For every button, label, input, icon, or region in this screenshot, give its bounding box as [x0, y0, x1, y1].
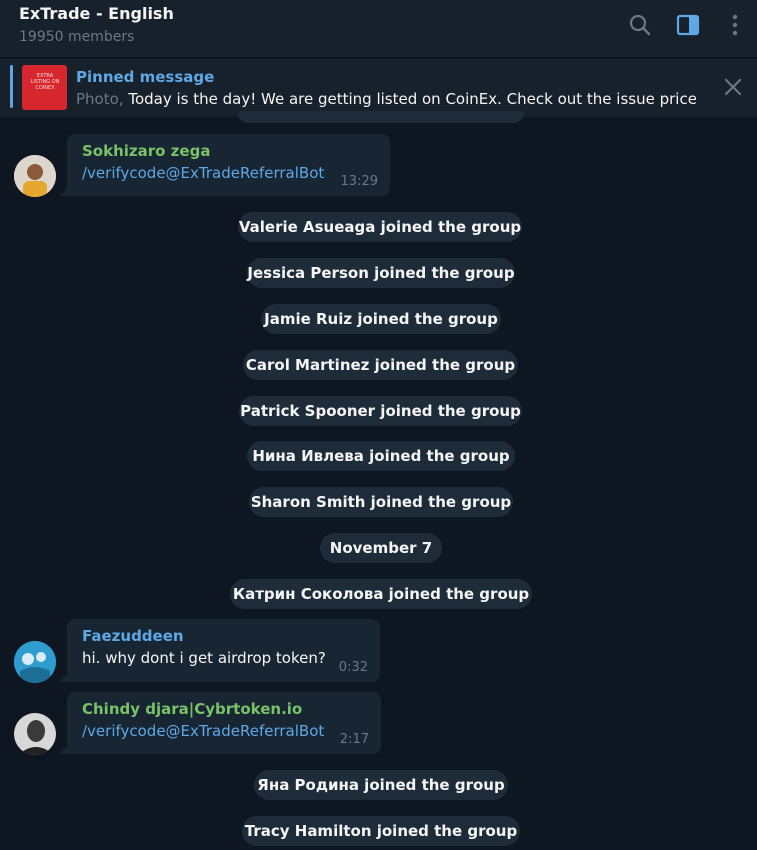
chat-header: ExTrade - English 19950 members [0, 0, 757, 58]
previous-service-message-peek [238, 111, 524, 123]
message-time: 13:29 [340, 174, 378, 189]
message-sender[interactable]: Sokhizaro zega [82, 142, 376, 160]
sidebar-toggle-icon[interactable] [675, 12, 701, 38]
more-icon[interactable] [722, 12, 748, 38]
service-message: Carol Martinez joined the group [243, 350, 518, 380]
message-text[interactable]: /verifycode@ExTradeReferralBot [82, 722, 367, 740]
pinned-photo-thumbnail: EXTRA LISTING ON COINEX [22, 65, 67, 110]
message-time: 2:17 [339, 732, 369, 747]
message-bubble[interactable]: Sokhizaro zega /verifycode@ExTradeReferr… [67, 134, 390, 196]
pinned-title: Pinned message [76, 68, 215, 86]
message-bubble[interactable]: Faezuddeen hi. why dont i get airdrop to… [67, 619, 380, 682]
service-message: Tracy Hamilton joined the group [242, 816, 520, 846]
message-sender[interactable]: Faezuddeen [82, 627, 366, 645]
chat-title[interactable]: ExTrade - English [19, 4, 174, 23]
close-icon[interactable] [722, 76, 744, 98]
search-icon[interactable] [627, 12, 653, 38]
avatar[interactable] [14, 713, 56, 755]
service-message: Нина Ивлева joined the group [247, 441, 515, 471]
message-text[interactable]: hi. why dont i get airdrop token? [82, 649, 366, 667]
message-bubble[interactable]: Chindy djara|Cybrtoken.io /verifycode@Ex… [67, 692, 381, 754]
pinned-preview-text: Today is the day! We are getting listed … [128, 90, 696, 108]
pinned-preview: Photo, Today is the day! We are getting … [76, 90, 696, 108]
avatar[interactable] [14, 155, 56, 197]
member-count: 19950 members [19, 29, 135, 45]
message-time: 0:32 [338, 660, 368, 675]
pinned-accent-line [10, 65, 13, 108]
service-message: Катрин Соколова joined the group [230, 579, 532, 609]
date-separator: November 7 [320, 533, 442, 563]
message-text[interactable]: /verifycode@ExTradeReferralBot [82, 164, 376, 182]
message-sender[interactable]: Chindy djara|Cybrtoken.io [82, 700, 367, 718]
pinned-kind: Photo, [76, 90, 124, 108]
service-message: Яна Родина joined the group [254, 770, 508, 800]
service-message: Jamie Ruiz joined the group [261, 304, 501, 334]
service-message: Valerie Asueaga joined the group [238, 212, 522, 242]
avatar[interactable] [14, 641, 56, 683]
pinned-thumb-logo-text: EXTRA LISTING ON COINEX [30, 73, 60, 91]
service-message: Patrick Spooner joined the group [239, 396, 522, 426]
service-message: Jessica Person joined the group [247, 258, 515, 288]
pinned-message-bar[interactable]: EXTRA LISTING ON COINEX Pinned message P… [0, 59, 757, 117]
service-message: Sharon Smith joined the group [249, 487, 513, 517]
